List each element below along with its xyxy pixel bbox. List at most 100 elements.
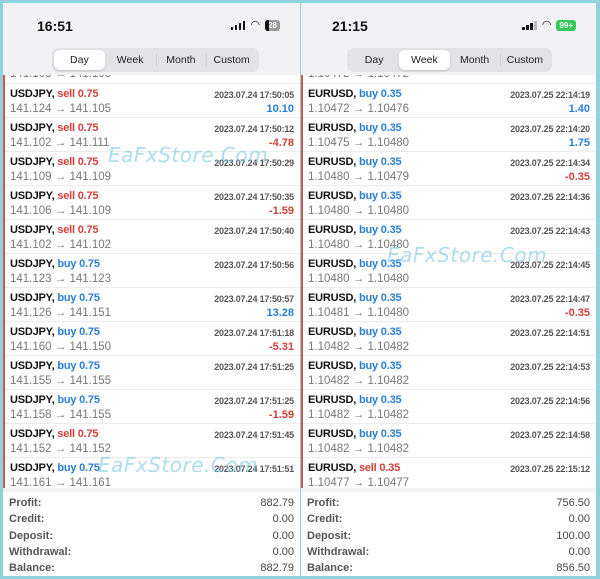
trade-time: 2023.07.25 22:14:58 [510,430,590,440]
trade-row[interactable]: EURUSD, buy 0.35 2023.07.25 22:14:56 1.104… [303,390,596,424]
trade-side: sell 0.75 [57,88,99,100]
open-price: 1.10472 [308,103,350,115]
summary-value: 756.50 [556,497,590,509]
left-phone-screen: 16:51 ◠ 28 Day Week Month Custom 141.103… [3,3,300,576]
trade-row[interactable]: USDJPY, buy 0.75 2023.07.24 17:50:56 141.1… [5,254,300,288]
trade-row[interactable]: USDJPY, buy 0.75 2023.07.24 17:51:51 141.1… [5,458,300,488]
trade-prices: 1.10480 → 1.10480 [308,273,409,285]
trade-side: buy 0.35 [358,428,402,440]
arrow-right-icon: → [352,103,365,115]
open-price: 141.155 [10,375,52,387]
arrow-right-icon: → [54,205,67,217]
trade-row[interactable]: EURUSD, buy 0.35 2023.07.25 22:14:43 1.104… [303,220,596,254]
tab-month[interactable]: Month [450,50,500,70]
status-bar: 21:15 ◠ 99+ [301,3,596,45]
trade-row[interactable]: EURUSD, buy 0.35 2023.07.25 22:14:58 1.104… [303,424,596,458]
trade-time: 2023.07.25 22:14:19 [510,90,590,100]
trade-prices: 141.124 → 141.105 [10,103,111,115]
trade-row[interactable]: EURUSD, buy 0.35 2023.07.25 22:14:47 1.104… [303,288,596,322]
trade-side: sell 0.35 [358,462,400,474]
trade-side: buy 0.35 [358,190,402,202]
open-price: 141.161 [10,477,52,488]
trade-row[interactable]: EURUSD, buy 0.35 2023.07.25 22:14:34 1.104… [303,152,596,186]
summary-row-withdrawal: Withdrawal: 0.00 [307,544,590,560]
arrow-right-icon: → [352,477,365,488]
open-price: 1.10480 [308,205,350,217]
trade-prices: 1.10477 → 1.10477 [308,477,409,488]
trade-row[interactable]: EURUSD, buy 0.35 2023.07.25 22:14:36 1.104… [303,186,596,220]
summary-label: Profit: [307,497,340,509]
status-bar: 16:51 ◠ 28 [3,3,300,45]
open-price: 1.10482 [308,341,350,353]
trade-history-list[interactable]: 141.103 → 141.103 USDJPY, sell 0.75 2023.… [3,75,300,488]
trade-row[interactable]: EURUSD, buy 0.35 2023.07.25 22:14:51 1.104… [303,322,596,356]
summary-label: Withdrawal: [9,545,72,558]
close-price: 1.10480 [367,205,410,217]
trade-side: sell 0.75 [57,190,99,202]
trade-row[interactable]: USDJPY, buy 0.75 2023.07.24 17:51:25 141.1… [5,356,300,390]
trade-side: buy 0.75 [57,394,100,406]
trade-row[interactable]: USDJPY, buy 0.75 2023.07.24 17:51:25 141.1… [5,390,300,424]
trade-time: 2023.07.25 22:14:45 [510,260,590,270]
tab-month[interactable]: Month [155,50,207,70]
trade-row[interactable]: EURUSD, sell 0.35 2023.07.25 22:15:12 1.10… [303,458,596,488]
trade-prices: 141.102 → 141.102 [10,239,111,251]
tab-custom[interactable]: Custom [499,50,550,70]
trade-symbol: EURUSD, buy 0.35 [308,360,402,372]
trade-time: 2023.07.25 22:14:51 [510,328,590,338]
trade-prices: 1.10482 → 1.10482 [308,409,409,421]
close-price: 141.155 [69,409,112,421]
trade-row[interactable]: EURUSD, buy 0.35 2023.07.25 22:14:53 1.104… [303,356,596,390]
trade-row[interactable]: EURUSD, buy 0.35 2023.07.25 22:14:19 1.104… [303,84,596,118]
open-price: 1.10481 [308,307,350,319]
trade-side: buy 0.75 [57,326,100,338]
close-price: 1.10482 [367,409,410,421]
trade-row[interactable]: USDJPY, sell 0.75 2023.07.24 17:50:35 141.… [5,186,300,220]
arrow-right-icon: → [54,103,67,115]
close-price: 1.10482 [367,375,410,387]
summary-row-deposit: Deposit: 0.00 [9,528,294,544]
trade-profit: -1.59 [268,409,294,421]
trade-symbol: USDJPY, sell 0.75 [10,88,99,100]
trade-symbol: USDJPY, buy 0.75 [10,326,100,338]
trade-time: 2023.07.25 22:14:47 [510,294,590,304]
trade-prices: 141.152 → 141.152 [10,443,111,455]
arrow-right-icon: → [352,205,365,217]
trade-symbol: EURUSD, buy 0.35 [308,190,402,202]
trade-prices: 1.10482 → 1.10482 [308,375,409,387]
summary-row-profit: Profit: 756.50 [307,495,590,511]
open-price: 141.109 [10,171,52,183]
status-time: 16:51 [37,18,73,34]
tab-week[interactable]: Week [399,50,450,70]
tab-custom[interactable]: Custom [206,50,257,70]
arrow-right-icon: → [54,239,67,251]
trade-row[interactable]: EURUSD, buy 0.35 2023.07.25 22:14:45 1.104… [303,254,596,288]
trade-row[interactable]: USDJPY, buy 0.75 2023.07.24 17:50:57 141.1… [5,288,300,322]
trade-row[interactable]: USDJPY, sell 0.75 2023.07.24 17:50:05 141.… [5,84,300,118]
trade-symbol: EURUSD, sell 0.35 [308,462,400,474]
arrow-right-icon: → [54,171,67,183]
open-price: 141.123 [10,273,52,285]
trade-time: 2023.07.24 17:50:29 [214,158,294,168]
trade-symbol: USDJPY, buy 0.75 [10,258,100,270]
trade-symbol: EURUSD, buy 0.35 [308,156,402,168]
open-price: 141.102 [10,239,52,251]
trade-row[interactable]: USDJPY, sell 0.75 2023.07.24 17:50:29 141.… [5,152,300,186]
trade-prices: 141.161 → 141.161 [10,477,111,488]
arrow-right-icon: → [54,375,67,387]
trade-profit: 1.75 [568,137,590,149]
trade-row[interactable]: USDJPY, sell 0.75 2023.07.24 17:50:40 141.… [5,220,300,254]
trade-row[interactable]: USDJPY, sell 0.75 2023.07.24 17:51:45 141.… [5,424,300,458]
tab-day[interactable]: Day [349,50,399,70]
close-price: 1.10480 [367,137,410,149]
close-price: 141.155 [69,375,112,387]
trade-history-list[interactable]: 1.10472 → 1.10472 EURUSD, buy 0.35 2023.0… [301,75,596,488]
cellular-signal-icon [522,21,537,30]
tab-day[interactable]: Day [54,50,105,70]
trade-time: 2023.07.24 17:51:25 [214,362,294,372]
trade-row[interactable]: USDJPY, sell 0.75 2023.07.24 17:50:12 141.… [5,118,300,152]
trade-profit: -0.35 [564,307,590,319]
trade-row[interactable]: USDJPY, buy 0.75 2023.07.24 17:51:18 141.1… [5,322,300,356]
tab-week[interactable]: Week [105,50,156,70]
trade-row[interactable]: EURUSD, buy 0.35 2023.07.25 22:14:20 1.104… [303,118,596,152]
